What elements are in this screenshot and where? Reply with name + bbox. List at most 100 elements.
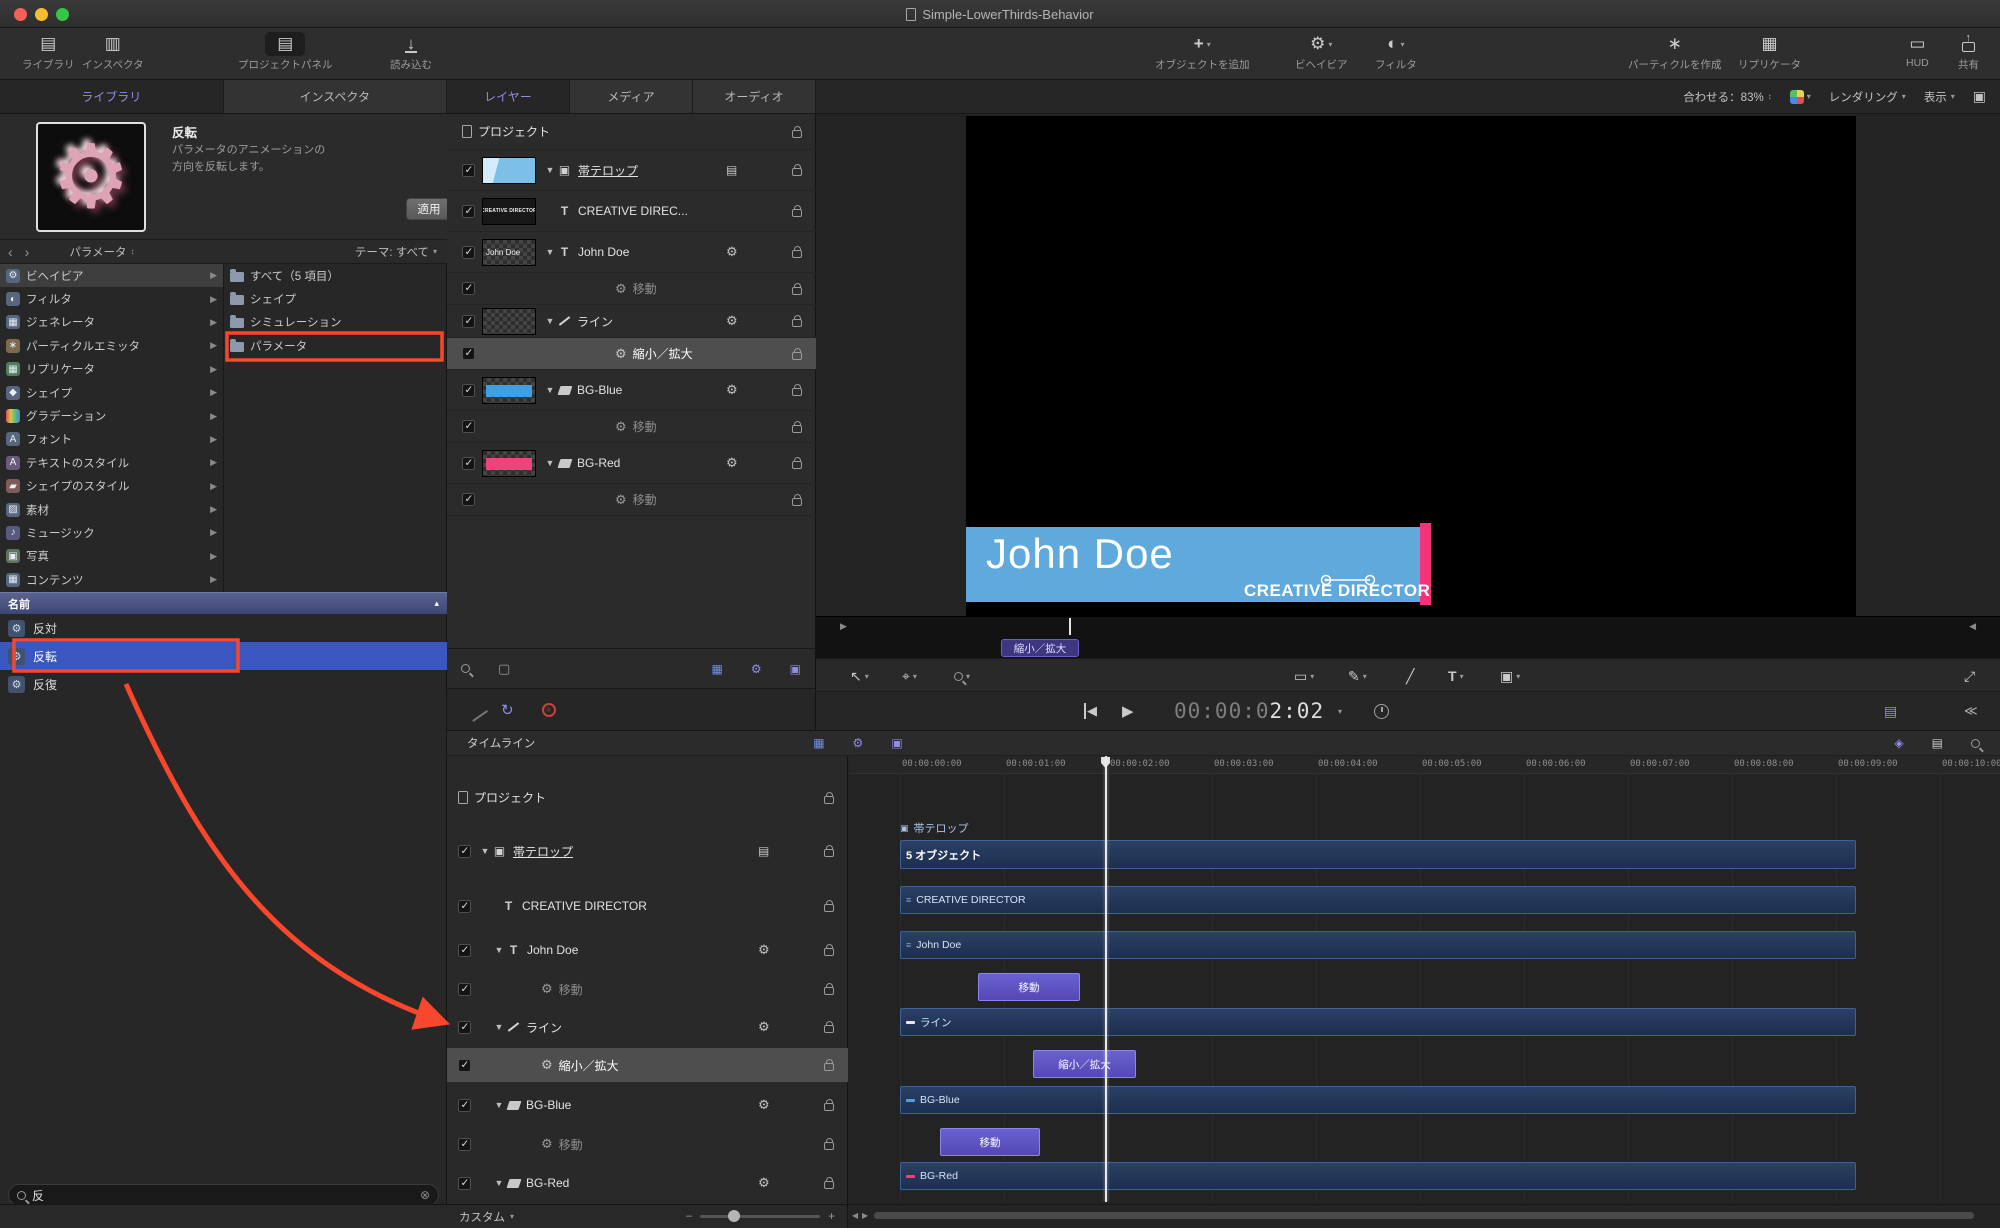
disclosure-triangle-icon[interactable]: ▼ <box>545 458 555 468</box>
range-end-marker-icon[interactable]: ◀ <box>1969 621 1976 632</box>
add-object-button[interactable]: +▾ オブジェクトを追加 <box>1155 32 1250 72</box>
track-bar-behavior-scale[interactable]: 縮小／拡大 <box>1033 1050 1136 1078</box>
bezier-tool-button[interactable]: ✎▾ <box>1348 659 1367 693</box>
range-start-marker-icon[interactable]: ▶ <box>840 621 847 632</box>
visibility-checkbox[interactable] <box>458 983 471 996</box>
clock-icon[interactable] <box>1374 704 1389 719</box>
disclosure-triangle-icon[interactable]: ▼ <box>494 1100 504 1110</box>
layer-row-group[interactable]: ▼ ▣ 帯テロップ ▤ <box>447 150 816 191</box>
horizontal-scrollbar[interactable] <box>874 1212 1974 1219</box>
timecode-display[interactable]: 00:00:02:02 <box>1174 699 1324 723</box>
timeline-row-line[interactable]: ▼ ライン ⚙ <box>447 1010 848 1044</box>
lock-icon[interactable] <box>824 1025 834 1033</box>
behavior-applied-gear-icon[interactable]: ⚙ <box>726 455 738 471</box>
lock-icon[interactable] <box>824 987 834 995</box>
apply-button[interactable]: 適用 <box>406 198 452 220</box>
visibility-checkbox[interactable] <box>458 1059 471 1072</box>
behavior-applied-gear-icon[interactable]: ⚙ <box>726 313 738 329</box>
lock-icon[interactable] <box>792 287 802 295</box>
folder-all[interactable]: すべて（5 項目） <box>224 264 447 287</box>
lock-icon[interactable] <box>792 319 802 327</box>
keyframes-icon[interactable]: ◈ <box>1894 736 1903 750</box>
visibility-checkbox[interactable] <box>458 1177 471 1190</box>
canvas-viewport[interactable]: John Doe CREATIVE DIRECTOR <box>966 116 1856 616</box>
search-input[interactable] <box>32 1188 414 1202</box>
lock-icon[interactable] <box>824 1142 834 1150</box>
category-music[interactable]: ♪ミュージック▶ <box>0 521 223 544</box>
behavior-row-scale-selected[interactable]: ⚙ 縮小／拡大 <box>447 338 816 370</box>
visibility-checkbox[interactable] <box>462 164 475 177</box>
clear-search-icon[interactable]: ⊗ <box>420 1188 430 1202</box>
tab-layers[interactable]: レイヤー <box>447 80 570 113</box>
visibility-checkbox[interactable] <box>458 845 471 858</box>
name-column-header[interactable]: 名前 ▴ <box>0 592 447 614</box>
behavior-applied-gear-icon[interactable]: ⚙ <box>758 1019 770 1035</box>
project-row[interactable]: プロジェクト <box>447 114 816 150</box>
share-button[interactable]: 共有 <box>1958 32 1979 72</box>
visibility-checkbox[interactable] <box>462 347 475 360</box>
lock-icon[interactable] <box>824 1181 834 1189</box>
fullscreen-icon[interactable]: ⤢ <box>1964 659 1975 693</box>
show-images-icon[interactable]: ▦ <box>813 736 824 750</box>
lock-icon[interactable] <box>824 904 834 912</box>
hud-button[interactable]: ▭ HUD <box>1906 32 1929 69</box>
lock-icon[interactable] <box>792 461 802 469</box>
track-bar-behavior-move[interactable]: 移動 <box>978 973 1080 1001</box>
tab-inspector[interactable]: インスペクタ <box>224 80 448 113</box>
replicator-button[interactable]: ▦ リプリケータ <box>1738 32 1801 72</box>
folder-parameter[interactable]: パラメータ <box>224 334 447 357</box>
visibility-checkbox[interactable] <box>462 420 475 433</box>
result-hanten-selected[interactable]: ⚙反転 <box>0 642 447 670</box>
behavior-row-move[interactable]: ⚙ 移動 <box>447 484 816 516</box>
timecode-chevron-icon[interactable]: ▾ <box>1338 707 1342 716</box>
tab-audio[interactable]: オーディオ <box>693 80 816 113</box>
timeline-zoom-slider[interactable] <box>700 1215 820 1218</box>
collapse-chevron-icon[interactable]: ▴ <box>434 598 439 609</box>
behaviors-menu-button[interactable]: ⚙▾ ビヘイビア <box>1295 32 1348 72</box>
timeline-row-john-doe[interactable]: ▼ T John Doe ⚙ <box>447 932 848 968</box>
category-content[interactable]: ▦コンテンツ▶ <box>0 568 223 591</box>
visibility-checkbox[interactable] <box>462 205 475 218</box>
tab-media[interactable]: メディア <box>570 80 693 113</box>
visibility-checkbox[interactable] <box>458 1021 471 1034</box>
render-dropdown[interactable]: レンダリング▾ <box>1829 89 1906 105</box>
timeline-playhead[interactable] <box>1105 756 1107 1202</box>
library-search-field[interactable]: ⊗ <box>8 1184 439 1206</box>
tab-library[interactable]: ライブラリ <box>0 80 224 113</box>
select-tool-button[interactable]: ↖▾ <box>850 659 869 693</box>
text-tool-button[interactable]: T▾ <box>1448 659 1464 693</box>
zoom-in-icon[interactable]: + <box>828 1211 835 1223</box>
lock-icon[interactable] <box>824 849 834 857</box>
disclosure-triangle-icon[interactable]: ▼ <box>494 1022 504 1032</box>
category-fonts[interactable]: Aフォント▶ <box>0 428 223 451</box>
view-layout-icon[interactable]: ▣ <box>1973 88 1986 105</box>
inspector-button[interactable]: ▥ インスペクタ <box>82 32 144 72</box>
timeline-project-row[interactable]: プロジェクト <box>447 780 848 815</box>
library-button[interactable]: ▤ ライブラリ <box>22 32 75 72</box>
disclosure-triangle-icon[interactable]: ▼ <box>545 247 555 257</box>
timeline-track-area[interactable]: 00:00:00:00 00:00:01:00 00:00:02:00 00:0… <box>849 756 2000 1202</box>
track-bar-john-doe[interactable]: ≡ John Doe <box>900 931 1856 959</box>
lock-icon[interactable] <box>824 796 834 804</box>
rectangle-tool-button[interactable]: ▭▾ <box>1294 659 1314 693</box>
scroll-right-icon[interactable]: ▶ <box>862 1211 868 1220</box>
make-particles-button[interactable]: ∗ パーティクルを作成 <box>1628 32 1722 72</box>
category-gradients[interactable]: グラデーション▶ <box>0 404 223 427</box>
result-hantai[interactable]: ⚙反対 <box>0 614 447 642</box>
lock-icon[interactable] <box>824 1103 834 1111</box>
lock-icon[interactable] <box>792 425 802 433</box>
disclosure-triangle-icon[interactable]: ▼ <box>494 1178 504 1188</box>
lock-icon[interactable] <box>792 352 802 360</box>
transform-tool-button[interactable]: ⌖▾ <box>902 659 917 693</box>
layer-row-bg-blue[interactable]: ▼ BG-Blue ⚙ <box>447 370 816 411</box>
show-filters-icon[interactable]: ▣ <box>790 662 801 676</box>
show-images-icon[interactable]: ▦ <box>712 662 723 676</box>
behavior-row-move[interactable]: ⚙ 移動 <box>447 273 816 305</box>
channels-dropdown[interactable]: ▾ <box>1790 90 1811 104</box>
zoom-out-icon[interactable]: − <box>686 1211 693 1223</box>
category-shape-styles[interactable]: ▰シェイプのスタイル▶ <box>0 475 223 498</box>
layer-row-john-doe[interactable]: John Doe ▼ T John Doe ⚙ <box>447 232 816 273</box>
show-behaviors-icon[interactable]: ⚙ <box>751 662 762 676</box>
track-bar-group[interactable]: 5 オブジェクト <box>900 840 1856 869</box>
zoom-tool-button[interactable]: ▾ <box>954 659 970 693</box>
